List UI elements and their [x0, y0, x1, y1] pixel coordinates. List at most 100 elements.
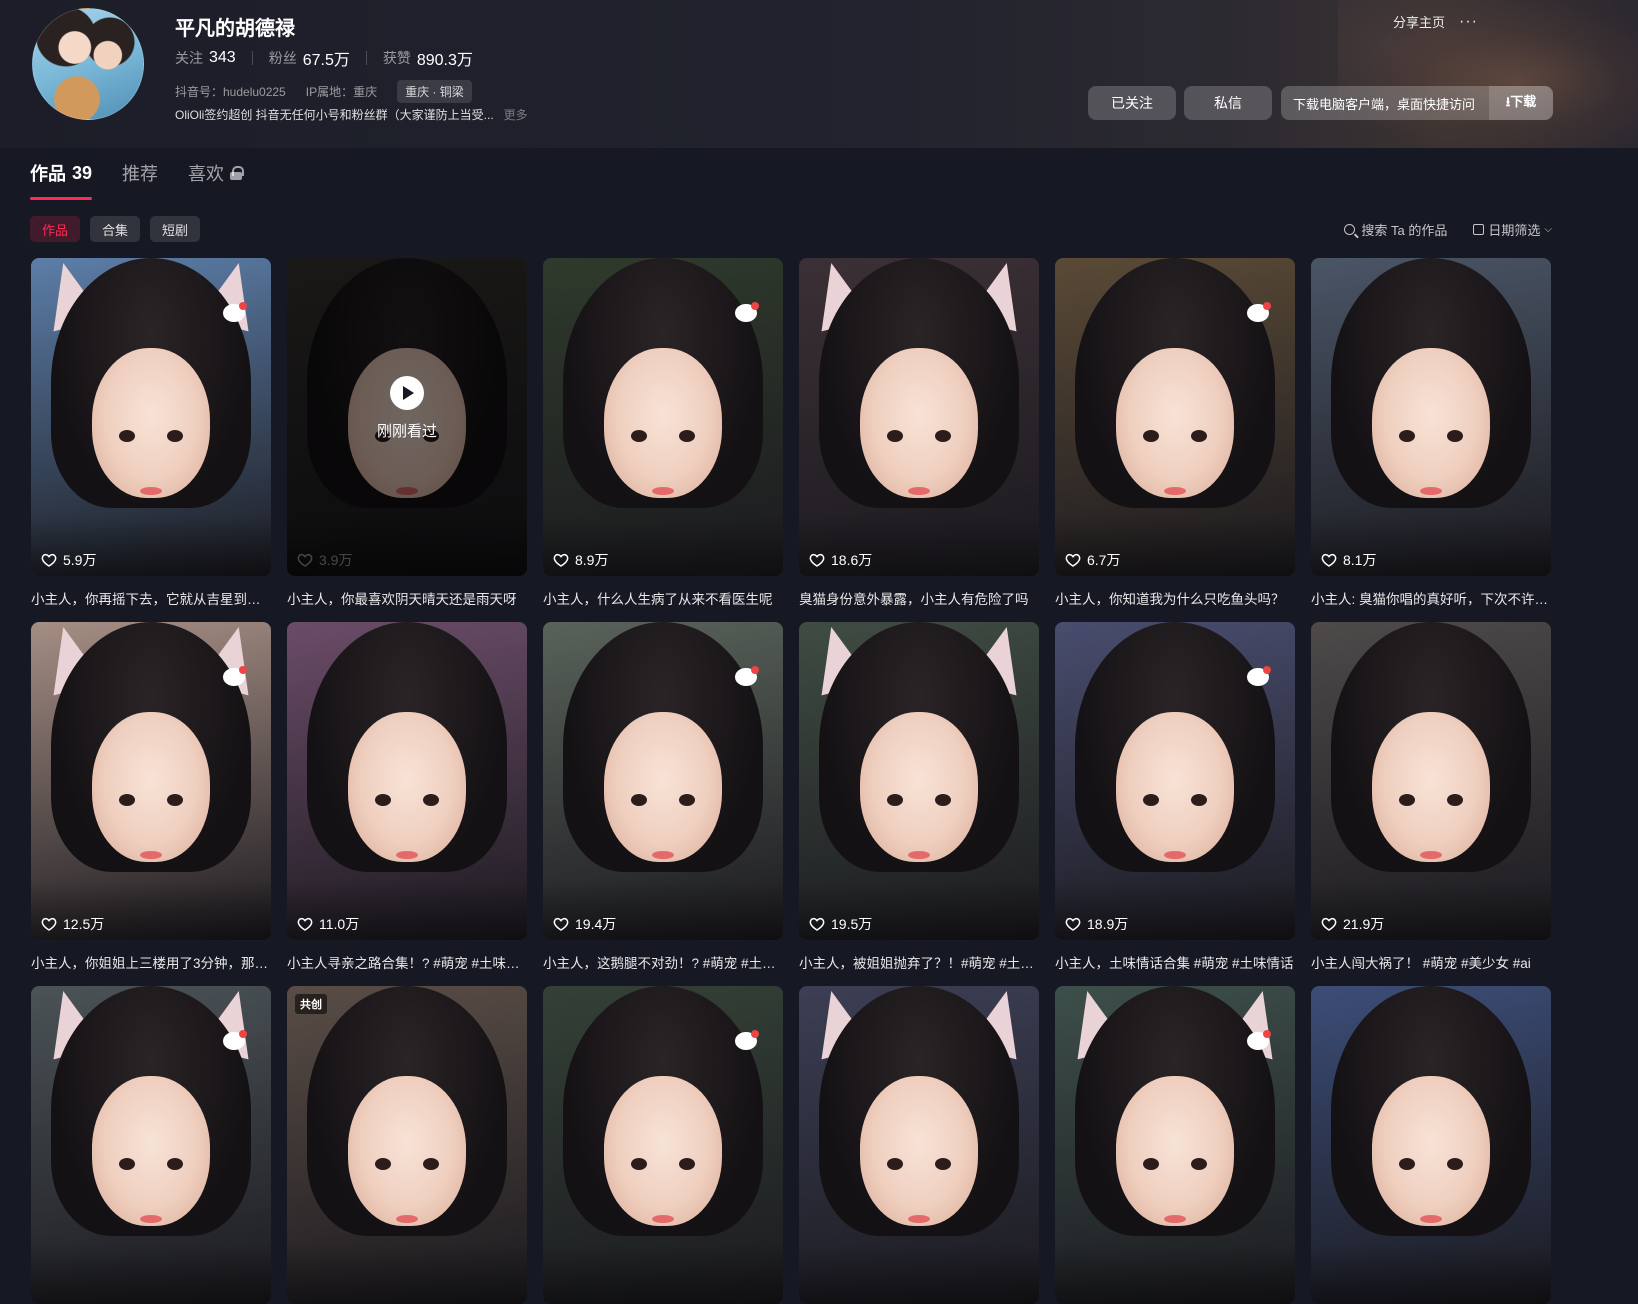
- video-card[interactable]: 6.7万小主人，你知道我为什么只吃鱼头吗？: [1055, 258, 1295, 608]
- thumbnail-mouth: [396, 486, 418, 495]
- video-caption[interactable]: 小主人闯大祸了！ #萌宠 #美少女 #ai: [1311, 952, 1551, 972]
- video-caption[interactable]: 臭猫身份意外暴露，小主人有危险了吗: [799, 588, 1039, 608]
- avatar[interactable]: [32, 8, 144, 120]
- video-card[interactable]: [1311, 986, 1551, 1304]
- video-thumbnail[interactable]: 6.7万: [1055, 258, 1295, 576]
- date-filter-button[interactable]: 日期筛选 ⌵: [1473, 220, 1552, 239]
- video-card[interactable]: 8.1万小主人: 臭猫你唱的真好听，下次不许唱了: [1311, 258, 1551, 608]
- thumbnail-eye: [1143, 429, 1159, 442]
- filter-short-dramas[interactable]: 短剧: [150, 216, 201, 242]
- video-thumbnail[interactable]: 21.9万: [1311, 622, 1551, 940]
- heart-icon: [1321, 552, 1337, 568]
- play-icon[interactable]: [390, 376, 424, 410]
- video-card[interactable]: 11.0万小主人寻亲之路合集！? #萌宠 #土味情话: [287, 622, 527, 972]
- tab-works[interactable]: 作品 39: [30, 160, 93, 200]
- video-card[interactable]: 19.4万小主人，这鹅腿不对劲！? #萌宠 #土味情话: [543, 622, 783, 972]
- follow-button[interactable]: 已关注: [1088, 86, 1176, 120]
- thumbnail-face: [1372, 1076, 1490, 1227]
- video-card[interactable]: 刚刚看过 3.9万小主人，你最喜欢阴天晴天还是雨天呀: [287, 258, 527, 608]
- thumbnail-eye: [119, 429, 135, 442]
- video-caption[interactable]: 小主人，你再摇下去，它就从吉星到狗星了: [31, 588, 271, 608]
- douyin-id: 抖音号：hudelu0225: [175, 85, 286, 99]
- video-thumbnail[interactable]: [1055, 986, 1295, 1304]
- profile-stats: 关注 343 粉丝 67.5万 获赞 890.3万: [175, 46, 473, 70]
- tab-label: 喜欢: [188, 164, 225, 184]
- like-count: 19.5万: [809, 914, 872, 934]
- ip-location: IP属地：重庆: [305, 85, 378, 99]
- hair-clip: [223, 666, 247, 686]
- video-card[interactable]: 18.6万臭猫身份意外暴露，小主人有危险了吗: [799, 258, 1039, 608]
- share-profile-link[interactable]: 分享主页: [1393, 12, 1445, 31]
- video-thumbnail[interactable]: [543, 986, 783, 1304]
- profile-meta: 抖音号：hudelu0225 IP属地：重庆 重庆 · 铜梁: [175, 80, 472, 103]
- thumbnail-eye: [1447, 429, 1463, 442]
- thumbnail-face: [92, 348, 210, 499]
- video-card[interactable]: 共创: [287, 986, 527, 1304]
- download-button[interactable]: ⭳下载: [1489, 86, 1553, 120]
- recently-watched-overlay: 刚刚看过: [287, 376, 527, 441]
- thumbnail-mouth: [1164, 850, 1186, 859]
- heart-icon: [297, 916, 313, 932]
- co-creation-badge: 共创: [295, 994, 327, 1014]
- video-thumbnail[interactable]: [31, 986, 271, 1304]
- download-client-banner[interactable]: 下载电脑客户端，桌面快捷访问 ⭳下载: [1281, 86, 1553, 120]
- thumbnail-mouth: [1420, 850, 1442, 859]
- thumbnail-eye: [679, 429, 695, 442]
- video-caption[interactable]: 小主人，你知道我为什么只吃鱼头吗？: [1055, 588, 1295, 608]
- video-caption[interactable]: 小主人，土味情话合集 #萌宠 #土味情话: [1055, 952, 1295, 972]
- video-card[interactable]: [543, 986, 783, 1304]
- like-count: 11.0万: [297, 914, 359, 934]
- filter-works[interactable]: 作品: [30, 216, 81, 242]
- tab-likes[interactable]: 喜欢: [188, 160, 245, 200]
- video-thumbnail[interactable]: 19.4万: [543, 622, 783, 940]
- thumbnail-face: [1116, 712, 1234, 863]
- video-thumbnail[interactable]: 8.9万: [543, 258, 783, 576]
- video-card[interactable]: 19.5万小主人，被姐姐抛弃了？！#萌宠 #土味情话: [799, 622, 1039, 972]
- filter-collections[interactable]: 合集: [90, 216, 141, 242]
- video-card[interactable]: [799, 986, 1039, 1304]
- video-thumbnail[interactable]: 5.9万: [31, 258, 271, 576]
- search-works-label: 搜索 Ta 的作品: [1361, 223, 1448, 238]
- video-thumbnail[interactable]: 共创: [287, 986, 527, 1304]
- video-thumbnail[interactable]: 11.0万: [287, 622, 527, 940]
- video-thumbnail[interactable]: 19.5万: [799, 622, 1039, 940]
- message-button[interactable]: 私信: [1184, 86, 1272, 120]
- hair-clip: [1247, 666, 1271, 686]
- video-thumbnail[interactable]: [799, 986, 1039, 1304]
- video-card[interactable]: [1055, 986, 1295, 1304]
- thumbnail-eye: [1191, 429, 1207, 442]
- video-thumbnail[interactable]: 8.1万: [1311, 258, 1551, 576]
- bio-more-link[interactable]: 更多: [504, 106, 528, 123]
- video-card[interactable]: 18.9万小主人，土味情话合集 #萌宠 #土味情话: [1055, 622, 1295, 972]
- video-caption[interactable]: 小主人，你姐姐上三楼用了3分钟，那她上: [31, 952, 271, 972]
- hair-clip: [223, 1030, 247, 1050]
- video-card[interactable]: 8.9万小主人，什么人生病了从来不看医生呢: [543, 258, 783, 608]
- video-caption[interactable]: 小主人，你最喜欢阴天晴天还是雨天呀: [287, 588, 527, 608]
- video-thumbnail[interactable]: 12.5万: [31, 622, 271, 940]
- thumbnail-mouth: [1164, 1214, 1186, 1223]
- video-caption[interactable]: 小主人寻亲之路合集！? #萌宠 #土味情话: [287, 952, 527, 972]
- search-works-button[interactable]: 搜索 Ta 的作品: [1344, 220, 1447, 239]
- tab-recommend[interactable]: 推荐: [122, 160, 158, 200]
- video-caption[interactable]: 小主人: 臭猫你唱的真好听，下次不许唱了: [1311, 588, 1551, 608]
- video-caption[interactable]: 小主人，什么人生病了从来不看医生呢: [543, 588, 783, 608]
- download-promo-text: 下载电脑客户端，桌面快捷访问: [1293, 96, 1476, 112]
- video-thumbnail[interactable]: 18.6万: [799, 258, 1039, 576]
- thumbnail-mouth: [908, 486, 930, 495]
- video-caption[interactable]: 小主人，这鹅腿不对劲！? #萌宠 #土味情话: [543, 952, 783, 972]
- followers-count[interactable]: 67.5万: [303, 46, 350, 70]
- video-card[interactable]: [31, 986, 271, 1304]
- video-grid: 5.9万小主人，你再摇下去，它就从吉星到狗星了 刚刚看过 3.9万小主人，你最喜欢阴…: [31, 258, 1551, 1304]
- thumbnail-eye: [1399, 429, 1415, 442]
- video-card[interactable]: 21.9万小主人闯大祸了！ #萌宠 #美少女 #ai: [1311, 622, 1551, 972]
- more-icon[interactable]: ···: [1459, 13, 1478, 31]
- video-thumbnail[interactable]: 18.9万: [1055, 622, 1295, 940]
- video-card[interactable]: 5.9万小主人，你再摇下去，它就从吉星到狗星了: [31, 258, 271, 608]
- thumbnail-face: [1372, 712, 1490, 863]
- video-card[interactable]: 12.5万小主人，你姐姐上三楼用了3分钟，那她上: [31, 622, 271, 972]
- video-caption[interactable]: 小主人，被姐姐抛弃了？！#萌宠 #土味情话: [799, 952, 1039, 972]
- following-count[interactable]: 343: [209, 49, 236, 67]
- video-thumbnail[interactable]: [1311, 986, 1551, 1304]
- thumbnail-eye: [631, 1157, 647, 1170]
- video-thumbnail[interactable]: 刚刚看过 3.9万: [287, 258, 527, 576]
